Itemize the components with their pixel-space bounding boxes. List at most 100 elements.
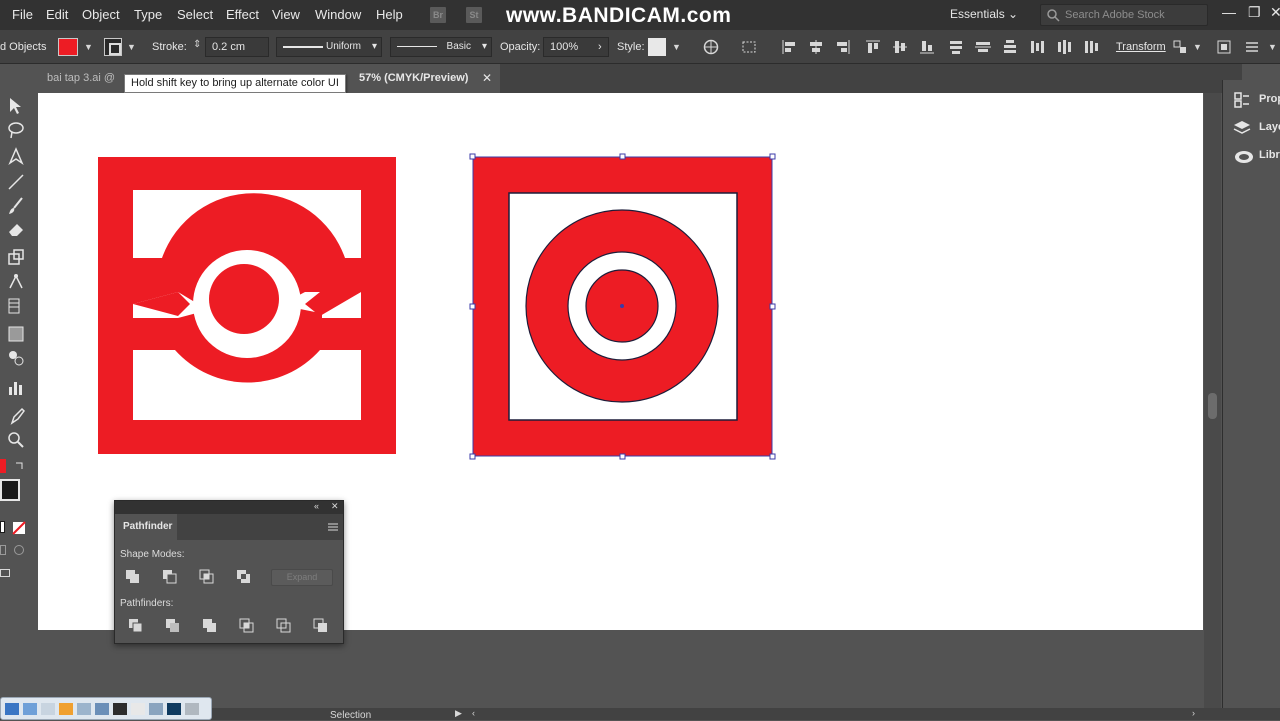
gradient-tool-icon[interactable] bbox=[6, 324, 26, 344]
chevron-left-icon[interactable]: ‹ bbox=[472, 708, 475, 718]
distribute-bottom-icon[interactable] bbox=[1002, 39, 1018, 55]
draw-inside-icon[interactable] bbox=[14, 545, 24, 555]
intersect-icon[interactable] bbox=[198, 568, 216, 586]
stock-search-input[interactable]: Search Adobe Stock bbox=[1040, 4, 1208, 26]
divide-icon[interactable] bbox=[127, 617, 145, 635]
edit-contents-icon[interactable] bbox=[1216, 39, 1232, 55]
brush-definition[interactable]: Basic ▾ bbox=[390, 37, 492, 57]
search-icon bbox=[1047, 9, 1060, 22]
chevron-down-icon[interactable]: ▼ bbox=[1193, 42, 1202, 52]
unite-icon[interactable] bbox=[124, 568, 142, 586]
chevron-right-icon[interactable]: › bbox=[1192, 708, 1195, 718]
pen-tool-icon[interactable] bbox=[6, 146, 26, 166]
graphic-style-swatch[interactable] bbox=[648, 38, 666, 56]
align-to-icon[interactable] bbox=[742, 39, 758, 55]
eyedropper-tool-icon[interactable] bbox=[6, 406, 26, 426]
close-icon[interactable]: ✕ bbox=[1270, 4, 1280, 21]
stroke-swatch[interactable] bbox=[104, 38, 122, 56]
style-label: Style: bbox=[617, 41, 645, 53]
color-mode-icon[interactable] bbox=[0, 521, 5, 533]
outline-icon[interactable] bbox=[275, 617, 293, 635]
menu-effect[interactable]: Effect bbox=[226, 7, 259, 22]
selection-indicator: d Objects bbox=[0, 41, 47, 53]
expand-button[interactable]: Expand bbox=[271, 569, 333, 586]
panel-header[interactable]: « ✕ bbox=[115, 501, 343, 514]
vertical-scrollbar[interactable] bbox=[1204, 93, 1221, 708]
selection-tool-icon[interactable] bbox=[6, 96, 26, 116]
opacity-field[interactable]: 100% › bbox=[543, 37, 609, 57]
scrollbar-thumb[interactable] bbox=[1208, 393, 1217, 419]
fill-swatch[interactable] bbox=[58, 38, 78, 56]
minus-front-icon[interactable] bbox=[161, 568, 179, 586]
workspace-switcher[interactable]: Essentials ⌄ bbox=[950, 7, 1018, 21]
restore-icon[interactable]: ❐ bbox=[1248, 4, 1261, 21]
menu-type[interactable]: Type bbox=[134, 7, 162, 22]
trim-icon[interactable] bbox=[164, 617, 182, 635]
screen-mode-icon[interactable] bbox=[0, 569, 10, 577]
line-tool-icon[interactable] bbox=[6, 172, 26, 192]
shape-builder-tool-icon[interactable] bbox=[6, 296, 26, 316]
graph-tool-icon[interactable] bbox=[6, 377, 26, 397]
stock-icon[interactable]: St bbox=[466, 7, 482, 23]
align-right-icon[interactable] bbox=[835, 39, 851, 55]
layers-panel-tab[interactable]: Layers bbox=[1231, 118, 1280, 138]
close-icon[interactable]: ✕ bbox=[331, 501, 339, 512]
collapse-icon[interactable]: « bbox=[314, 501, 319, 511]
close-icon[interactable]: ✕ bbox=[482, 71, 492, 85]
libraries-panel-tab[interactable]: Libraries bbox=[1231, 146, 1280, 166]
pathfinder-tab[interactable]: Pathfinder bbox=[115, 514, 177, 540]
chevron-down-icon[interactable]: ▼ bbox=[1268, 42, 1277, 52]
variable-width-profile[interactable]: Uniform ▾ bbox=[276, 37, 382, 57]
transform-link[interactable]: Transform bbox=[1116, 41, 1166, 53]
paintbrush-tool-icon[interactable] bbox=[6, 196, 26, 216]
recolor-artwork-icon[interactable] bbox=[703, 39, 719, 55]
bridge-icon[interactable]: Br bbox=[430, 7, 446, 23]
stroke-weight-field[interactable]: 0.2 cm bbox=[205, 37, 269, 57]
menu-edit[interactable]: Edit bbox=[46, 7, 68, 22]
align-left-icon[interactable] bbox=[781, 39, 797, 55]
distribute-hcenter-icon[interactable] bbox=[1056, 39, 1072, 55]
minus-back-icon[interactable] bbox=[312, 617, 330, 635]
panel-menu-icon[interactable] bbox=[1244, 39, 1260, 55]
taskbar-thumbnails[interactable] bbox=[0, 697, 212, 720]
align-middle-icon[interactable] bbox=[892, 39, 908, 55]
puppet-warp-tool-icon[interactable] bbox=[6, 272, 26, 292]
distribute-top-icon[interactable] bbox=[948, 39, 964, 55]
chevron-right-icon[interactable]: ▶ bbox=[455, 708, 462, 719]
align-top-icon[interactable] bbox=[865, 39, 881, 55]
menu-select[interactable]: Select bbox=[177, 7, 213, 22]
menu-object[interactable]: Object bbox=[82, 7, 120, 22]
none-color-icon[interactable] bbox=[12, 521, 26, 535]
align-center-icon[interactable] bbox=[808, 39, 824, 55]
exclude-icon[interactable] bbox=[235, 568, 253, 586]
crop-icon[interactable] bbox=[238, 617, 256, 635]
distribute-center-icon[interactable] bbox=[975, 39, 991, 55]
zoom-tool-icon[interactable] bbox=[6, 430, 26, 450]
menu-file[interactable]: File bbox=[12, 7, 33, 22]
opacity-label[interactable]: Opacity: bbox=[500, 41, 540, 53]
distribute-left-icon[interactable] bbox=[1029, 39, 1045, 55]
align-bottom-icon[interactable] bbox=[919, 39, 935, 55]
blend-tool-icon[interactable] bbox=[6, 348, 26, 368]
chevron-down-icon[interactable]: ▼ bbox=[84, 42, 93, 52]
draw-mode-icon[interactable] bbox=[0, 545, 6, 555]
menu-window[interactable]: Window bbox=[315, 7, 361, 22]
distribute-right-icon[interactable] bbox=[1083, 39, 1099, 55]
chevron-down-icon[interactable]: ▼ bbox=[127, 42, 136, 52]
chevron-down-icon[interactable]: ▼ bbox=[672, 42, 681, 52]
stepper-icon[interactable]: ⇕ bbox=[193, 39, 201, 50]
minimize-icon[interactable]: — bbox=[1222, 4, 1236, 20]
isolate-icon[interactable] bbox=[1172, 39, 1188, 55]
menu-help[interactable]: Help bbox=[376, 7, 403, 22]
stroke-color-icon[interactable] bbox=[0, 479, 20, 501]
fill-color-icon[interactable] bbox=[0, 459, 6, 473]
merge-icon[interactable] bbox=[201, 617, 219, 635]
rotate-tool-icon[interactable] bbox=[6, 248, 26, 268]
eraser-tool-icon[interactable] bbox=[6, 219, 26, 239]
swap-colors-icon[interactable] bbox=[14, 459, 26, 471]
lasso-tool-icon[interactable] bbox=[6, 120, 26, 140]
panel-menu-icon[interactable] bbox=[327, 522, 339, 532]
menu-view[interactable]: View bbox=[272, 7, 300, 22]
stroke-label[interactable]: Stroke: bbox=[152, 41, 187, 53]
properties-panel-tab[interactable]: Properties bbox=[1231, 90, 1280, 110]
